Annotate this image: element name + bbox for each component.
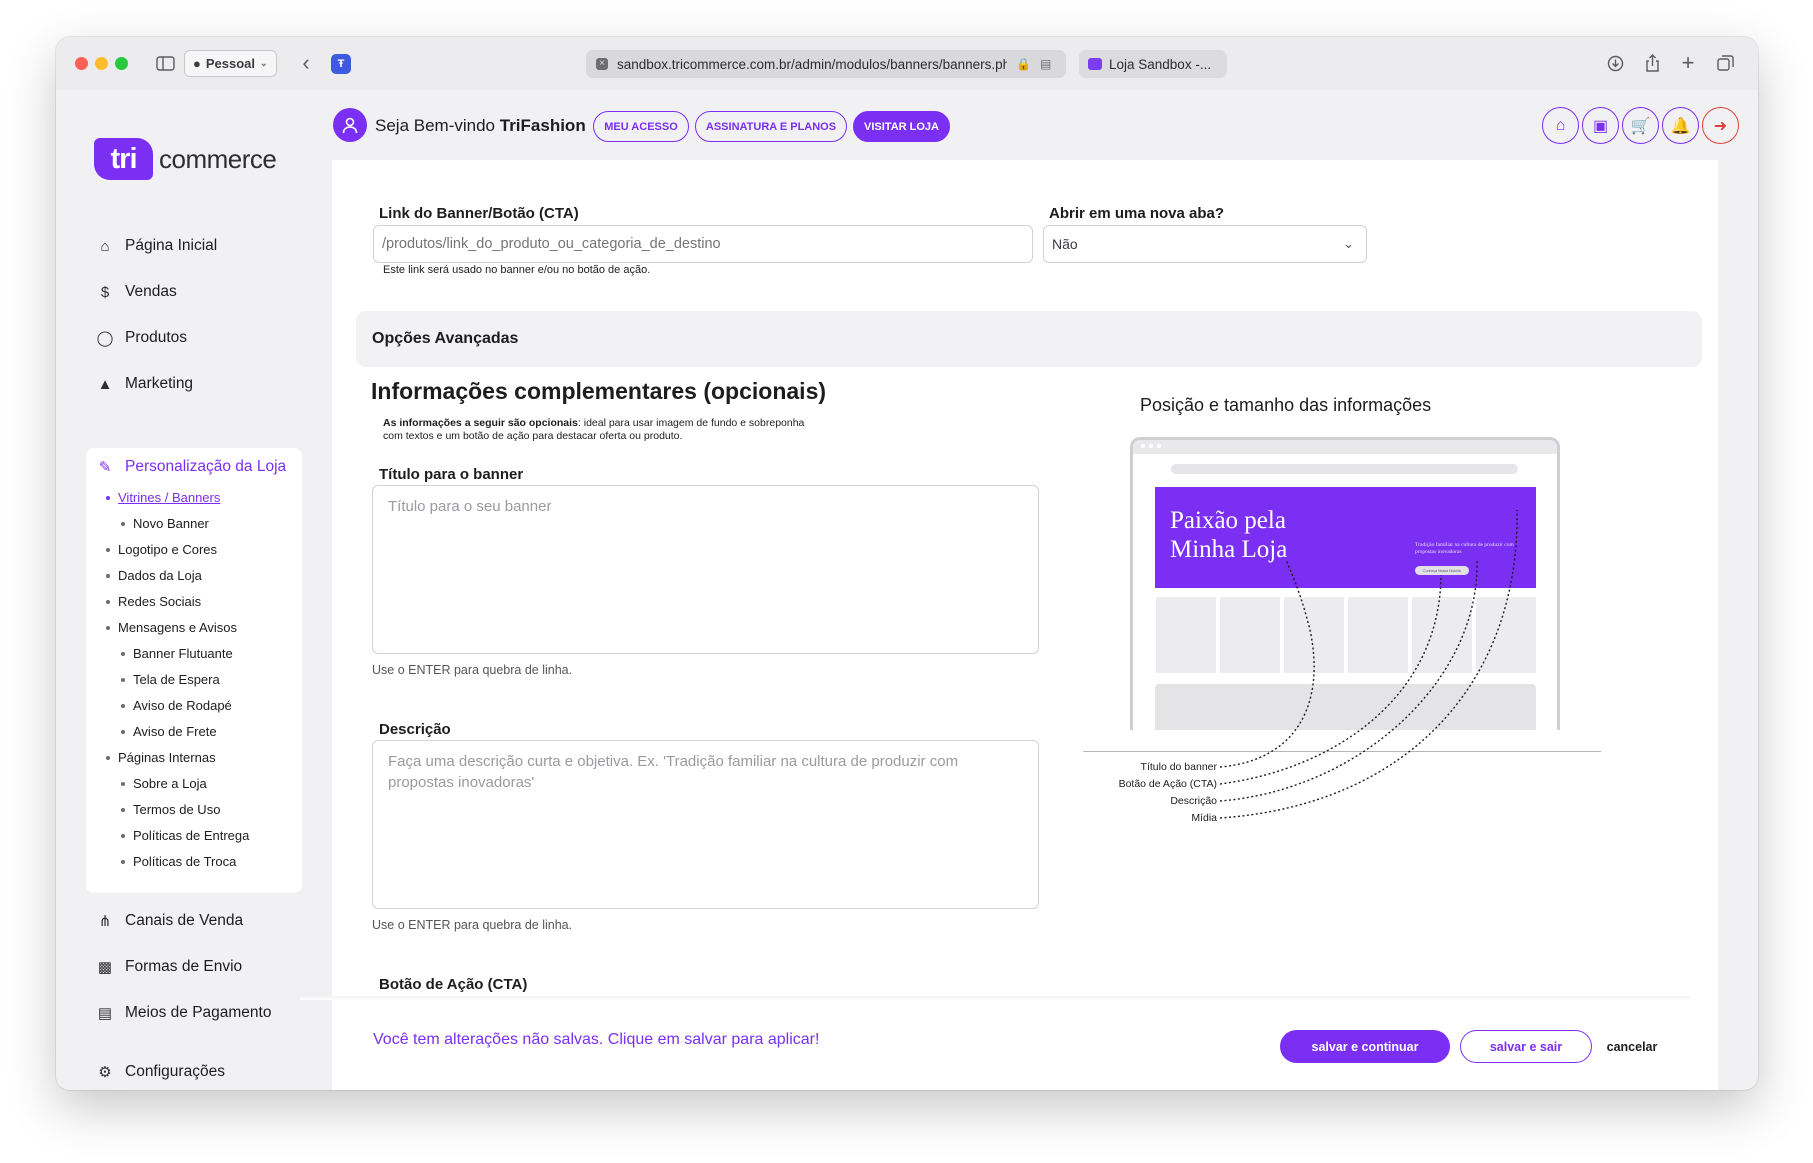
cancel-button[interactable]: cancelar <box>1602 1030 1662 1063</box>
save-exit-button[interactable]: salvar e sair <box>1460 1030 1592 1063</box>
save-continue-button[interactable]: salvar e continuar <box>1280 1030 1450 1063</box>
content-divider <box>300 996 1690 1000</box>
leader-midia <box>1219 509 1518 819</box>
leader-lines <box>1219 509 1518 819</box>
unsaved-message: Você tem alterações não salvas. Clique e… <box>373 1031 820 1048</box>
leader-descricao <box>1219 559 1478 802</box>
leader-botao <box>1219 574 1442 785</box>
leader-titulo <box>1219 559 1315 768</box>
